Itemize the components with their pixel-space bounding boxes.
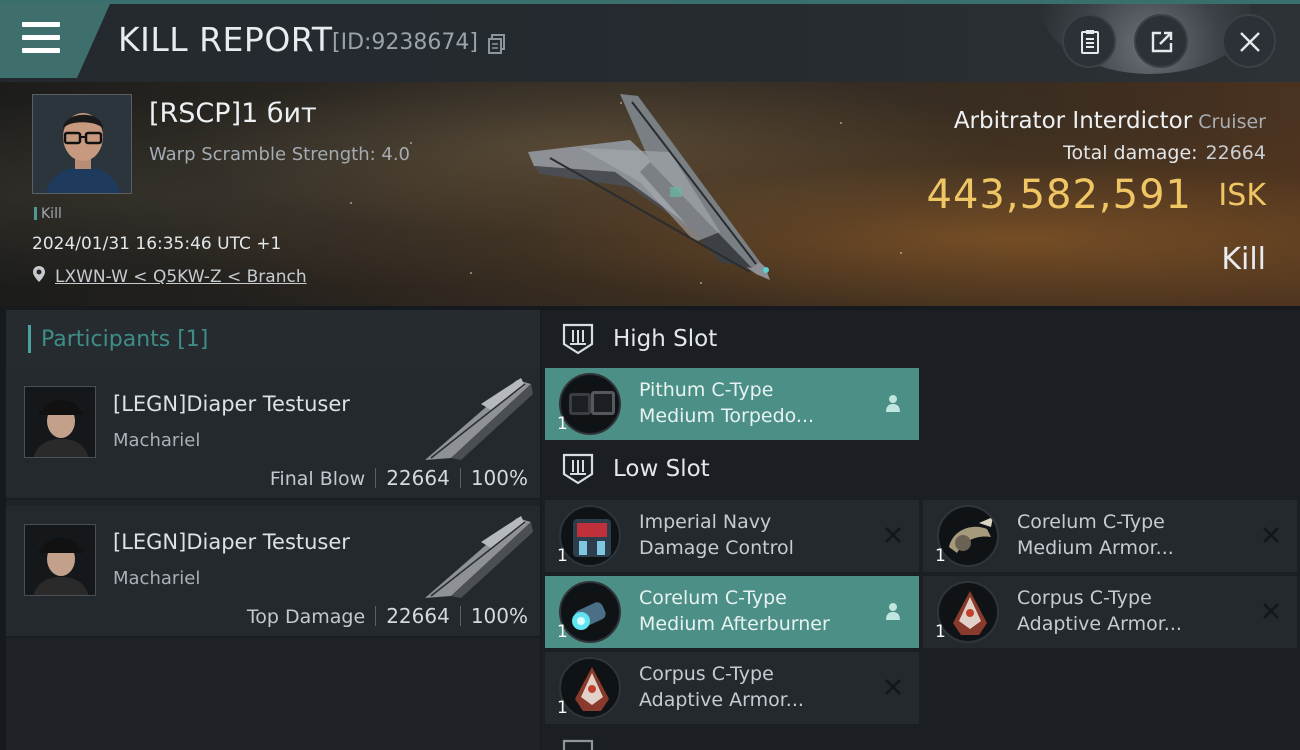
participant-stats: Top Damage 22664 100% xyxy=(247,604,528,628)
module-name-line2: Adaptive Armor... xyxy=(1017,613,1182,635)
module-quantity: 1 xyxy=(557,698,568,718)
destroyed-x-icon xyxy=(1263,603,1279,619)
module-item[interactable]: 1 Corpus C-Type Adaptive Armor... xyxy=(545,652,919,724)
module-name-line1: Pithum C-Type xyxy=(639,379,774,401)
participants-title: Participants [1] xyxy=(41,327,209,352)
total-damage-value: 22664 xyxy=(1205,142,1266,164)
module-quantity: 1 xyxy=(935,622,946,642)
module-quantity: 1 xyxy=(557,546,568,566)
damage-control-icon xyxy=(559,505,621,567)
victim-portrait[interactable] xyxy=(32,94,132,194)
participant-name[interactable]: [LEGN]Diaper Testuser xyxy=(113,530,350,554)
dropped-person-icon xyxy=(886,395,900,412)
participant-ship: Machariel xyxy=(113,430,201,451)
participant-ship: Machariel xyxy=(113,568,201,589)
participant-row[interactable]: [LEGN]Diaper Testuser Machariel Final Bl… xyxy=(6,368,540,500)
victim-name[interactable]: [RSCP]1 бит xyxy=(149,98,317,129)
participants-header: Participants [1] xyxy=(6,310,540,368)
location-link[interactable]: LXWN-W < Q5KW-Z < Branch xyxy=(55,267,307,287)
adaptive-armor-icon xyxy=(937,581,999,643)
total-damage: Total damage: 22664 xyxy=(1063,142,1266,164)
module-name-line2: Medium Armor... xyxy=(1017,537,1174,559)
menu-icon[interactable] xyxy=(20,18,66,58)
close-button[interactable] xyxy=(1222,14,1276,68)
participant-avatar xyxy=(24,524,96,596)
share-icon xyxy=(1151,31,1173,53)
module-item[interactable]: 1 Corelum C-Type Medium Afterburner xyxy=(545,576,919,648)
participant-stats: Final Blow 22664 100% xyxy=(270,466,528,490)
close-icon xyxy=(1240,32,1260,52)
module-name-line1: Corelum C-Type xyxy=(1017,511,1165,533)
share-button[interactable] xyxy=(1134,14,1188,68)
module-item[interactable]: 1 Pithum C-Type Medium Torpedo... xyxy=(545,368,919,440)
kill-type-tag: Kill xyxy=(34,206,62,222)
module-item[interactable]: 1 Imperial Navy Damage Control xyxy=(545,500,919,572)
total-damage-label: Total damage: xyxy=(1063,142,1198,164)
module-quantity: 1 xyxy=(557,414,568,434)
adaptive-armor-icon xyxy=(559,657,621,719)
participant-damage: 22664 xyxy=(386,466,450,490)
participants-panel: Participants [1] [LEGN]Diaper Testuser M… xyxy=(6,310,540,750)
module-item[interactable]: 1 Corpus C-Type Adaptive Armor... xyxy=(923,576,1297,648)
module-name-line1: Imperial Navy xyxy=(639,511,772,533)
isk-unit: ISK xyxy=(1218,178,1266,213)
high-slot-title: High Slot xyxy=(613,326,718,352)
low-slot-icon xyxy=(562,453,594,485)
clipboard-icon xyxy=(1081,30,1099,54)
slot-icon xyxy=(562,739,594,750)
low-slot-title: Low Slot xyxy=(613,456,710,482)
participant-row[interactable]: [LEGN]Diaper Testuser Machariel Top Dama… xyxy=(6,506,540,638)
warp-scramble-strength: Warp Scramble Strength: 4.0 xyxy=(149,144,411,165)
module-item[interactable]: 1 Corelum C-Type Medium Armor... xyxy=(923,500,1297,572)
module-name-line2: Medium Afterburner xyxy=(639,613,830,635)
header-accent-bar xyxy=(28,325,31,353)
participant-role: Top Damage xyxy=(246,606,366,628)
module-name-line2: Damage Control xyxy=(639,537,794,559)
participant-ship-image xyxy=(425,378,533,460)
armor-repairer-icon xyxy=(937,505,999,567)
participant-damage: 22664 xyxy=(386,604,450,628)
destroyed-x-icon xyxy=(885,527,901,543)
next-slot-header-partial xyxy=(561,738,901,750)
participant-name[interactable]: [LEGN]Diaper Testuser xyxy=(113,392,350,416)
page-title: KILL REPORT xyxy=(118,20,333,59)
fitting-panel: High Slot 1 Pithum C-Type Medium Torpedo… xyxy=(541,310,1300,750)
module-name-line2: Medium Torpedo... xyxy=(639,405,815,427)
kill-datetime: 2024/01/31 16:35:46 UTC +1 xyxy=(32,234,282,254)
torpedo-launcher-icon xyxy=(559,373,621,435)
report-id: [ID:9238674] xyxy=(332,30,478,55)
module-name-line1: Corpus C-Type xyxy=(1017,587,1152,609)
pilot-avatar xyxy=(25,525,95,595)
destroyed-x-icon xyxy=(885,679,901,695)
module-name-line2: Adaptive Armor... xyxy=(639,689,804,711)
pilot-avatar xyxy=(25,387,95,457)
high-slot-icon xyxy=(562,323,594,355)
isk-value: 443,582,591 xyxy=(926,172,1192,218)
module-name-line1: Corpus C-Type xyxy=(639,663,774,685)
header-planet-decoration xyxy=(1010,4,1250,82)
victim-ship-name[interactable]: Arbitrator Interdictor Cruiser xyxy=(954,108,1266,134)
kill-banner: [RSCP]1 бит Warp Scramble Strength: 4.0 … xyxy=(0,82,1300,306)
afterburner-icon xyxy=(559,581,621,643)
copy-icon[interactable] xyxy=(488,34,506,54)
participant-percent: 100% xyxy=(470,466,528,490)
ship-class: Cruiser xyxy=(1198,111,1266,133)
module-quantity: 1 xyxy=(557,622,568,642)
participant-avatar xyxy=(24,386,96,458)
module-quantity: 1 xyxy=(935,546,946,566)
kill-result: Kill xyxy=(1221,242,1266,277)
participant-role: Final Blow xyxy=(269,468,366,490)
low-slot-header: Low Slot xyxy=(541,440,921,500)
high-slot-header: High Slot xyxy=(541,310,921,370)
victim-ship-image[interactable] xyxy=(520,92,780,282)
pilot-avatar xyxy=(33,95,131,193)
location-pin-icon xyxy=(33,266,45,282)
dropped-person-icon xyxy=(886,603,900,620)
destroyed-x-icon xyxy=(1263,527,1279,543)
ship-name-text: Arbitrator Interdictor xyxy=(953,108,1193,134)
clipboard-button[interactable] xyxy=(1062,14,1116,68)
module-name-line1: Corelum C-Type xyxy=(639,587,787,609)
participant-ship-image xyxy=(425,516,533,598)
participant-percent: 100% xyxy=(470,604,528,628)
